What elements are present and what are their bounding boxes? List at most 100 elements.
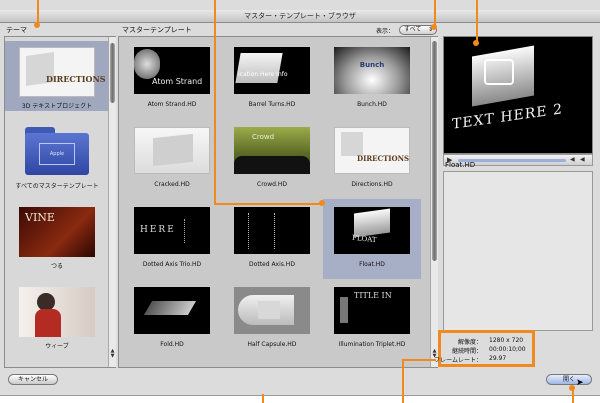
template-crowd[interactable]: Crowd Crowd.HD: [223, 119, 321, 199]
template-label: Float.HD: [359, 261, 385, 268]
template-thumbnail: [134, 127, 210, 174]
theme-item-label: すべてのマスターテンプレート: [15, 183, 99, 190]
theme-item-vine[interactable]: VINE つる: [5, 201, 109, 271]
template-thumbnail: [134, 287, 210, 334]
template-grid[interactable]: Atom Strand Atom Strand.HD ication Here …: [118, 36, 438, 368]
template-float[interactable]: FLOAT Float.HD: [323, 199, 421, 279]
template-atom-strand[interactable]: Atom Strand Atom Strand.HD: [123, 39, 221, 119]
theme-scrollbar[interactable]: ▲ ▼: [108, 37, 116, 367]
folder-icon: Apple: [19, 127, 95, 177]
template-half-capsule[interactable]: Half Capsule.HD: [223, 279, 321, 359]
template-label: Dotted Axis Trio.HD: [142, 261, 202, 268]
template-thumbnail: Bunch: [334, 47, 410, 94]
mouse-cursor-icon: ➤: [576, 378, 584, 388]
theme-item-3d-text[interactable]: DIRECTIONS 3D テキストプロジェクト: [5, 41, 109, 111]
volume-low-icon[interactable]: ◀: [570, 156, 575, 163]
filter-select-value: すべて: [404, 26, 422, 33]
template-thumbnail: DIRECTIONS: [334, 127, 410, 174]
template-dotted-axis-trio[interactable]: HERE Dotted Axis Trio.HD: [123, 199, 221, 279]
callout-line: [476, 0, 478, 42]
callout-line: [402, 360, 404, 403]
callout-line: [402, 359, 436, 361]
template-thumb-text: ication Here Info: [238, 71, 288, 78]
browser-window: マスター・テンプレート・ブラウザ テーマ マスターテンプレート 表示： すべて …: [0, 0, 600, 396]
template-info-panel: 解像度： 1280 x 720 継続時間： 00:00:10;00 フレームレー…: [434, 330, 535, 367]
callout-line: [434, 0, 436, 26]
template-label: Bunch.HD: [357, 101, 387, 108]
callout-dot: [473, 40, 479, 46]
theme-item-label: ウィーブ: [45, 343, 69, 350]
theme-item-all-templates[interactable]: Apple すべてのマスターテンプレート: [5, 121, 109, 191]
display-label: 表示：: [376, 28, 395, 35]
cancel-button[interactable]: キャンセル: [8, 374, 58, 385]
callout-line: [37, 12, 39, 24]
title-bar[interactable]: マスター・テンプレート・ブラウザ: [0, 10, 600, 23]
template-label: Barrel Turns.HD: [248, 101, 296, 108]
template-label: Cracked.HD: [154, 181, 190, 188]
volume-high-icon[interactable]: ◀: [580, 156, 585, 163]
open-button[interactable]: 開く: [546, 374, 592, 385]
template-label: Fold.HD: [160, 341, 184, 348]
template-barrel-turns[interactable]: ication Here Info Barrel Turns.HD: [223, 39, 321, 119]
preview-text: TEXT HERE 2: [452, 101, 563, 133]
template-bunch[interactable]: Bunch Bunch.HD: [323, 39, 421, 119]
theme-scroll-thumb[interactable]: [110, 43, 115, 103]
template-thumb-text: Atom Strand: [152, 77, 203, 86]
resolution-label: 解像度：: [457, 339, 482, 346]
callout-dot: [431, 24, 437, 30]
template-thumbnail: [234, 207, 310, 254]
template-label: Half Capsule.HD: [247, 341, 297, 348]
resolution-value: 1280 x 720: [489, 337, 524, 344]
callout-dot: [569, 385, 575, 391]
template-label: Dotted Axis.HD: [249, 261, 295, 268]
template-thumbnail: Atom Strand: [134, 47, 210, 94]
template-fold[interactable]: Fold.HD: [123, 279, 221, 359]
template-thumb-text: Bunch: [359, 61, 385, 69]
template-scrollbar[interactable]: ▲ ▼: [430, 37, 438, 367]
template-dotted-axis[interactable]: Dotted Axis.HD: [223, 199, 321, 279]
template-cracked[interactable]: Cracked.HD: [123, 119, 221, 199]
template-thumbnail: ication Here Info: [234, 47, 310, 94]
template-thumbnail: [234, 287, 310, 334]
template-scroll-thumb[interactable]: [432, 41, 437, 261]
template-thumbnail: HERE: [134, 207, 210, 254]
template-directions[interactable]: DIRECTIONS Directions.HD: [323, 119, 421, 199]
theme-thumbnail-3d-text: DIRECTIONS: [19, 47, 106, 97]
callout-line: [262, 394, 264, 403]
master-templates-label: マスターテンプレート: [122, 26, 192, 34]
template-label: Crowd.HD: [257, 181, 287, 188]
framerate-label: フレームレート：: [434, 357, 482, 364]
preview-canvas: TEXT HERE 2: [443, 36, 593, 154]
vine-thumb-text: VINE: [25, 211, 55, 224]
template-illumination-triplet[interactable]: TITLE IN Illumination Triplet.HD: [323, 279, 421, 359]
template-thumb-text: TITLE IN: [354, 291, 392, 300]
theme-label: テーマ: [6, 26, 27, 34]
folder-badge: Apple: [39, 143, 75, 165]
description-box: [443, 171, 593, 331]
callout-dot: [319, 200, 325, 206]
template-thumbnail: FLOAT: [334, 207, 410, 254]
theme-thumb-text: DIRECTIONS: [46, 74, 106, 84]
theme-item-weave[interactable]: ウィーブ: [5, 281, 109, 351]
callout-line: [214, 0, 216, 204]
arrow-down-icon: [484, 59, 514, 85]
template-label: Atom Strand.HD: [147, 101, 197, 108]
template-thumb-text: HERE: [140, 225, 176, 235]
framerate-value: 29.97: [489, 355, 507, 362]
template-thumb-text: DIRECTIONS: [357, 154, 410, 163]
duration-value: 00:00:10;00: [489, 346, 526, 353]
theme-thumbnail-weave: [19, 287, 95, 337]
scroll-arrows-icon[interactable]: ▲ ▼: [109, 349, 116, 359]
theme-item-label: つる: [50, 263, 63, 270]
preview-pane: TEXT HERE 2 ▶ ◀ ◀ Float.HD: [443, 36, 593, 368]
callout-line: [214, 203, 322, 205]
template-label: Directions.HD: [351, 181, 393, 188]
window-title: マスター・テンプレート・ブラウザ: [244, 12, 356, 20]
template-thumbnail: Crowd: [234, 127, 310, 174]
preview-template-name: Float.HD: [445, 161, 476, 169]
theme-list[interactable]: DIRECTIONS 3D テキストプロジェクト Apple すべてのマスターテ…: [4, 36, 116, 368]
theme-thumbnail-vine: VINE: [19, 207, 95, 257]
template-label: Illumination Triplet.HD: [338, 341, 406, 348]
theme-item-label: 3D テキストプロジェクト: [21, 103, 93, 110]
template-thumbnail: TITLE IN: [334, 287, 410, 334]
